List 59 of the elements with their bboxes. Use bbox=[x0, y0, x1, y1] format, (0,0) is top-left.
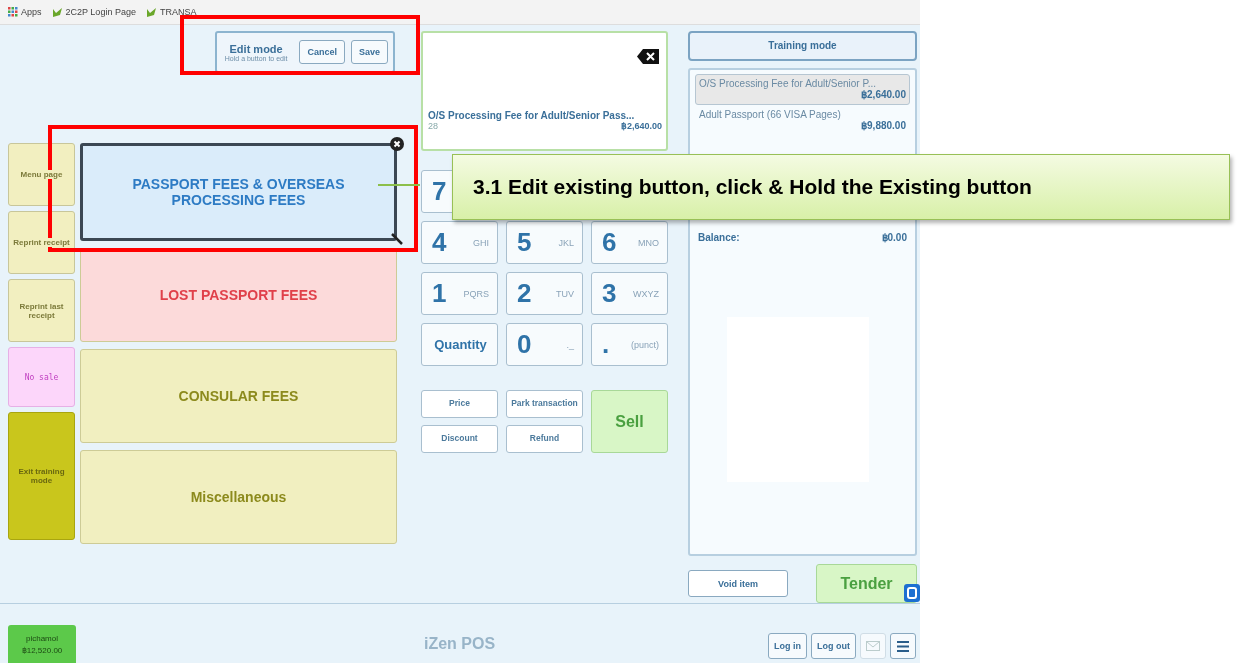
edit-mode-title: Edit mode bbox=[229, 42, 283, 55]
side-button[interactable]: Reprint last receipt bbox=[8, 279, 75, 342]
leaf-icon bbox=[145, 6, 157, 18]
user-amount: ฿12,520.00 bbox=[21, 645, 63, 655]
remote-support-icon[interactable] bbox=[904, 584, 920, 602]
receipt-line[interactable]: Adult Passport (66 VISA Pages) ฿9,880.00 bbox=[695, 104, 910, 136]
edit-mode-button[interactable]: Save bbox=[350, 40, 388, 64]
keypad-key[interactable]: . (punct) bbox=[591, 323, 668, 366]
leader-line bbox=[378, 183, 420, 187]
keypad-key[interactable]: 0 ._ bbox=[506, 323, 583, 366]
side-button[interactable]: Menu page bbox=[8, 143, 75, 206]
void-item-button[interactable]: Void item bbox=[688, 570, 788, 597]
item-price: ฿2,640.00 bbox=[620, 121, 662, 131]
login-button[interactable]: Log out bbox=[811, 633, 856, 659]
edit-mode-button[interactable]: Cancel bbox=[299, 40, 345, 64]
side-button[interactable]: No sale bbox=[8, 347, 75, 407]
keypad-key[interactable]: 6 MNO bbox=[591, 221, 668, 264]
category-button[interactable]: CONSULAR FEES bbox=[80, 349, 397, 443]
side-button[interactable]: Reprint receipt bbox=[8, 211, 75, 274]
app-name: iZen POS bbox=[424, 635, 496, 653]
side-button[interactable]: Exit training mode bbox=[8, 412, 75, 540]
leaf-icon bbox=[51, 6, 63, 18]
keypad-key[interactable]: 5 JKL bbox=[506, 221, 583, 264]
keypad-key[interactable]: Quantity bbox=[421, 323, 498, 366]
category-button[interactable]: Miscellaneous bbox=[80, 450, 397, 544]
keypad-key[interactable]: 4 GHI bbox=[421, 221, 498, 264]
keypad-key[interactable]: 3 WXYZ bbox=[591, 272, 668, 315]
bookmark[interactable]: TRANSA bbox=[145, 6, 197, 18]
keypad-key[interactable]: 1 PQRS bbox=[421, 272, 498, 315]
apps-grid-icon bbox=[8, 7, 18, 17]
function-button[interactable]: Park transaction bbox=[506, 390, 583, 418]
function-button[interactable]: Refund bbox=[506, 425, 583, 453]
resize-handle-icon[interactable] bbox=[391, 233, 403, 245]
tender-button[interactable]: Tender bbox=[816, 564, 917, 603]
mail-icon bbox=[866, 641, 880, 651]
bookmark[interactable]: Apps bbox=[8, 7, 42, 17]
keypad-key[interactable]: 2 TUV bbox=[506, 272, 583, 315]
line-name: Adult Passport (66 VISA Pages) bbox=[699, 108, 842, 120]
item-name: O/S Processing Fee for Adult/Senior Pass... bbox=[428, 110, 636, 121]
menu-icon bbox=[897, 640, 909, 652]
close-icon[interactable] bbox=[390, 137, 404, 151]
function-button[interactable]: Discount bbox=[421, 425, 498, 453]
login-button[interactable]: Log in bbox=[768, 633, 807, 659]
instruction-tooltip: 3.1 Edit existing button, click & Hold the Existing button bbox=[452, 154, 1230, 220]
user-name: pichamol bbox=[26, 633, 58, 643]
bookmark[interactable]: 2C2P Login Page bbox=[51, 6, 136, 18]
item-code: 28 bbox=[428, 121, 438, 131]
line-name: O/S Processing Fee for Adult/Senior P... bbox=[699, 77, 878, 89]
line-price: ฿9,880.00 bbox=[861, 119, 906, 131]
function-button[interactable]: Price bbox=[421, 390, 498, 418]
line-price: ฿2,640.00 bbox=[861, 88, 906, 100]
category-button[interactable]: PASSPORT FEES & OVERSEAS PROCESSING FEES bbox=[80, 143, 397, 241]
backspace-icon[interactable] bbox=[637, 49, 659, 64]
sell-button[interactable]: Sell bbox=[591, 390, 668, 453]
balance-value: ฿0.00 bbox=[881, 231, 907, 243]
training-mode-button[interactable]: Training mode bbox=[688, 31, 917, 61]
user-tile[interactable]: pichamol ฿12,520.00 bbox=[8, 625, 76, 663]
menu-button[interactable] bbox=[890, 633, 916, 659]
balance-label: Balance: bbox=[698, 231, 740, 243]
